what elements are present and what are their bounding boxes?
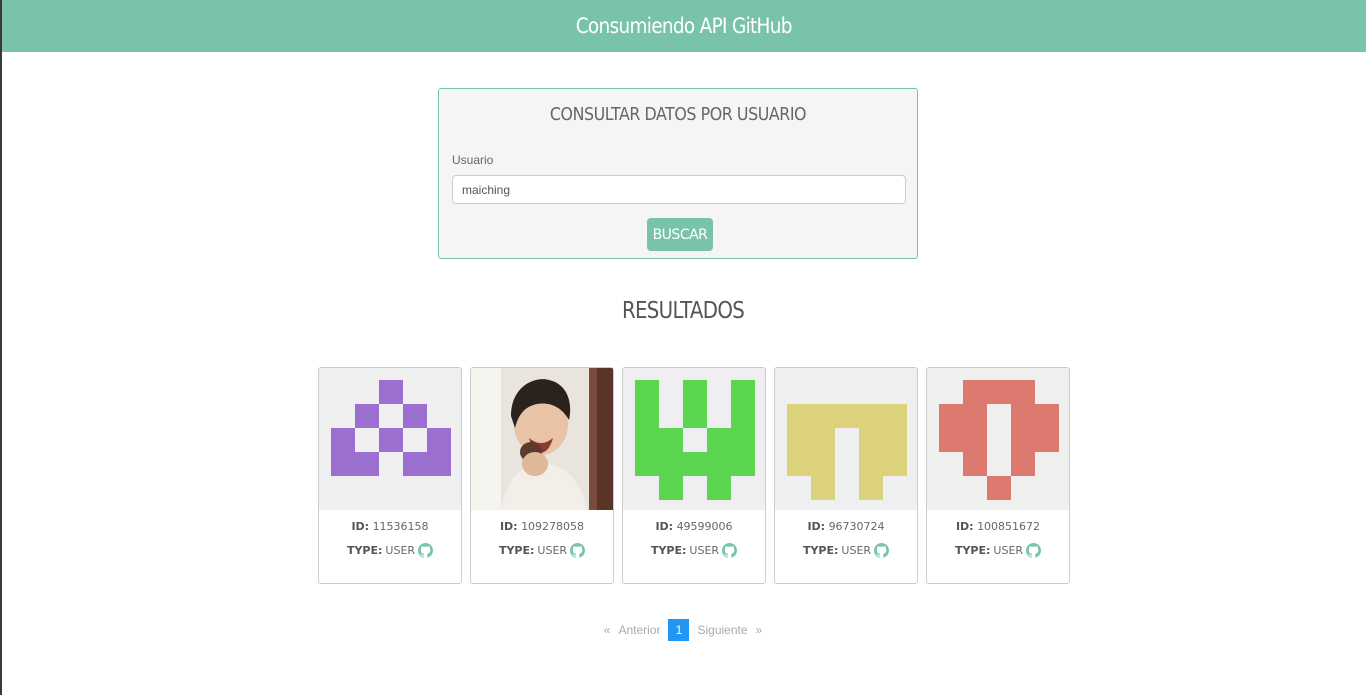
pagination: « Anterior 1 Siguiente » [0,619,1366,641]
search-button[interactable]: BUSCAR [647,218,713,251]
photo-portrait [471,368,613,510]
pagination-page-1[interactable]: 1 [668,619,690,641]
results-heading: RESULTADOS [0,298,1366,324]
pagination-next-arrow[interactable]: » [756,623,763,637]
github-icon[interactable] [874,542,890,558]
card-type-row: TYPE: USER [623,542,765,558]
user-id: 11536158 [372,520,429,533]
user-id: 109278058 [521,520,585,533]
avatar[interactable] [775,368,917,510]
type-label: TYPE: [954,543,991,557]
user-card[interactable]: ID: 96730724 TYPE: USER [774,367,918,584]
user-type: USER [689,543,720,557]
id-label: ID: [499,520,518,533]
page-title: Consumiendo API GitHub [575,14,793,38]
type-label: TYPE: [802,543,839,557]
results-list: ID: 11536158 TYPE: USER ID: 109278058 TY… [318,367,1070,584]
avatar[interactable] [319,368,461,510]
github-icon[interactable] [418,542,434,558]
type-label: TYPE: [346,543,383,557]
user-id: 100851672 [977,520,1041,533]
user-id: 96730724 [828,520,885,533]
identicon-yellow [787,404,907,500]
navbar: Consumiendo API GitHub [2,0,1366,52]
user-type: USER [841,543,872,557]
id-label: ID: [807,520,826,533]
window-edge [0,0,2,695]
username-label: Usuario [452,153,494,167]
card-type-row: TYPE: USER [319,542,461,558]
github-icon[interactable] [570,542,586,558]
user-id: 49599006 [676,520,733,533]
github-icon[interactable] [1026,542,1042,558]
pagination-next[interactable]: Siguiente [697,623,747,637]
form-title: CONSULTAR DATOS POR USUARIO [549,104,807,125]
results-title: RESULTADOS [621,298,745,324]
user-card[interactable]: ID: 100851672 TYPE: USER [926,367,1070,584]
user-card[interactable]: ID: 49599006 TYPE: USER [622,367,766,584]
type-label: TYPE: [650,543,687,557]
card-type-row: TYPE: USER [471,542,613,558]
card-id-row: ID: 109278058 [471,520,613,534]
card-type-row: TYPE: USER [927,542,1069,558]
card-id-row: ID: 49599006 [623,520,765,534]
id-label: ID: [655,520,674,533]
search-form: CONSULTAR DATOS POR USUARIO Usuario BUSC… [438,88,918,259]
card-type-row: TYPE: USER [775,542,917,558]
card-id-row: ID: 96730724 [775,520,917,534]
identicon-red [939,380,1059,500]
avatar[interactable] [927,368,1069,510]
user-type: USER [537,543,568,557]
user-card[interactable]: ID: 11536158 TYPE: USER [318,367,462,584]
id-label: ID: [955,520,974,533]
card-id-row: ID: 11536158 [319,520,461,534]
user-card[interactable]: ID: 109278058 TYPE: USER [470,367,614,584]
user-type: USER [385,543,416,557]
github-icon[interactable] [722,542,738,558]
identicon-green [635,380,755,500]
identicon-purple [331,380,451,476]
card-id-row: ID: 100851672 [927,520,1069,534]
pagination-prev-arrow[interactable]: « [604,623,611,637]
avatar[interactable] [471,368,613,510]
pagination-prev[interactable]: Anterior [618,623,660,637]
username-input[interactable] [452,175,906,204]
avatar[interactable] [623,368,765,510]
type-label: TYPE: [498,543,535,557]
id-label: ID: [351,520,370,533]
user-type: USER [993,543,1024,557]
